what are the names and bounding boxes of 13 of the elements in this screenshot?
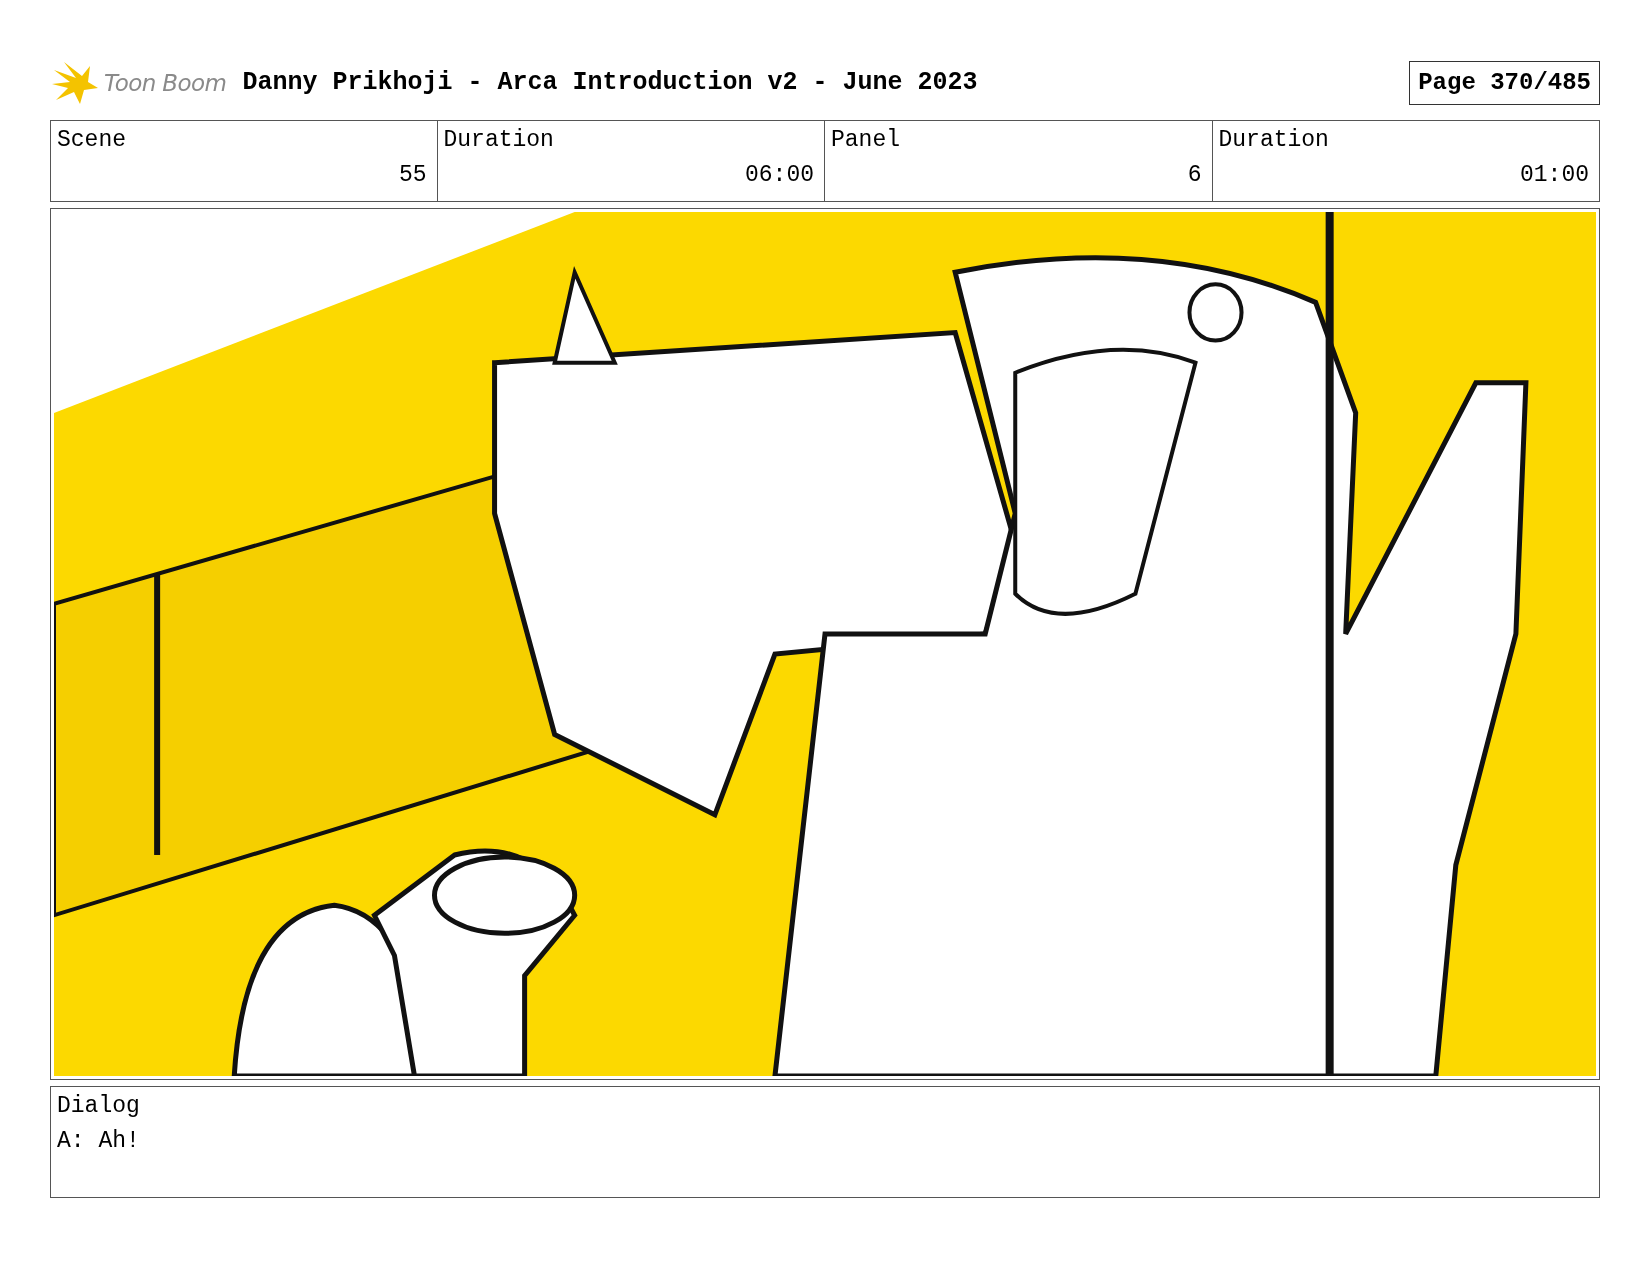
page-number: Page 370/485	[1409, 61, 1600, 105]
column-header: Scene	[57, 126, 127, 155]
logo-text: Toon Boom	[104, 68, 227, 98]
table-cell-text: 55	[397, 160, 428, 190]
storyboard-title: Danny Prikhoji - Arca Introduction v2 - June 2023	[242, 67, 978, 100]
column-header: Duration	[443, 126, 555, 155]
dialog-label: Dialog	[57, 1092, 141, 1121]
dialog-text: A: Ah!	[57, 1126, 141, 1156]
column-header: Duration	[1218, 126, 1330, 155]
column-header: Panel	[831, 126, 901, 155]
table-cell-text: 6	[1186, 160, 1203, 190]
table-cell-text: 06:00	[744, 160, 815, 190]
table-cell-text: 01:00	[1519, 160, 1590, 190]
